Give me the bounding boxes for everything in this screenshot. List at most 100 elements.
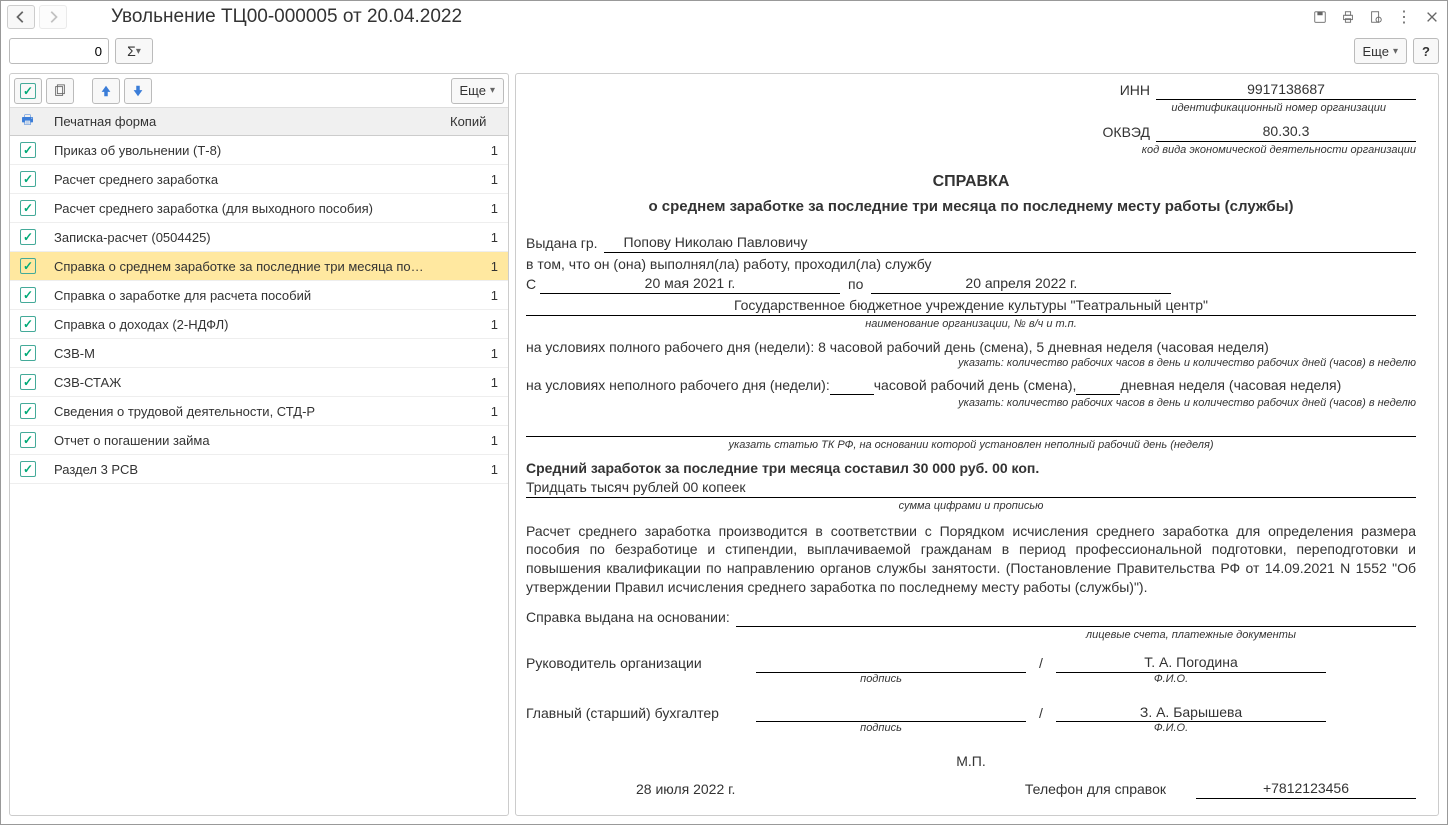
print-form-row[interactable]: ✓ СЗВ-М1 [10,339,508,368]
checkbox-icon[interactable]: ✓ [20,258,36,274]
print-form-row[interactable]: ✓Отчет о погашении займа1 [10,426,508,455]
print-form-row[interactable]: ✓ Справка о заработке для расчета пособий… [10,281,508,310]
head-name: Т. А. Погодина [1056,653,1326,673]
org-name: Государственное бюджетное учреждение кул… [526,296,1416,316]
parttime-sub: указать: количество рабочих часов в день… [526,396,1416,411]
more-button-top[interactable]: Еще [1354,38,1407,64]
issued-label: Выдана гр. [526,234,604,253]
parttime-row: на условиях неполного рабочего дня (неде… [526,376,1416,395]
basis-line [736,607,1416,627]
inn-label: ИНН [1086,81,1156,100]
arrow-up-icon [99,84,113,98]
phone-value: +7812123456 [1196,779,1416,799]
print-form-label: Расчет среднего заработка (для выходного… [46,201,468,216]
check-all-button[interactable]: ✓ [14,78,42,104]
print-form-copies: 1 [468,259,508,274]
print-form-label: СЗВ-М [46,346,468,361]
print-form-row[interactable]: ✓ Записка-расчет (0504425)1 [10,223,508,252]
doc-subtitle: о среднем заработке за последние три мес… [526,197,1416,217]
print-form-row[interactable]: ✓Раздел 3 РСВ1 [10,455,508,484]
sigma-button[interactable]: Σ [115,38,153,64]
print-form-copies: 1 [468,172,508,187]
print-form-label: Справка о заработке для расчета пособий [46,288,468,303]
print-form-copies: 1 [468,288,508,303]
column-header-form[interactable]: Печатная форма [46,114,444,129]
fulltime-text: на условиях полного рабочего дня (недели… [526,338,1416,357]
arrow-left-icon [14,10,28,24]
document-scroll[interactable]: ИНН 9917138687 идентификационный номер о… [516,74,1438,815]
to-date: 20 апреля 2022 г. [871,274,1171,294]
print-form-row[interactable]: ✓ Расчет среднего заработка1 [10,165,508,194]
print-form-row[interactable]: ✓ Сведения о трудовой деятельности, СТД-Р… [10,397,508,426]
print-form-copies: 1 [468,375,508,390]
copy-icon [53,84,67,98]
numeric-input[interactable] [9,38,109,64]
issued-name: Попову Николаю Павловичу [604,233,1416,253]
copy-button[interactable] [46,78,74,104]
print-form-label: Приказ об увольнении (Т-8) [46,143,468,158]
print-form-row[interactable]: ✓СЗВ-СТАЖ1 [10,368,508,397]
checkbox-icon[interactable]: ✓ [20,287,36,303]
acct-label: Главный (старший) бухгалтер [526,704,746,723]
print-form-row[interactable]: ✓Справка о доходах (2-НДФЛ)1 [10,310,508,339]
okved-label: ОКВЭД [1086,123,1156,142]
checkbox-icon[interactable]: ✓ [20,316,36,332]
checkbox-icon[interactable]: ✓ [20,432,36,448]
from-label: С [526,275,540,294]
checkbox-icon[interactable]: ✓ [20,461,36,477]
checkbox-icon[interactable]: ✓ [20,171,36,187]
avg-words: Тридцать тысяч рублей 00 копеек [526,478,1416,498]
print-form-row[interactable]: ✓ Приказ об увольнении (Т-8)1 [10,136,508,165]
arrow-down-icon [131,84,145,98]
help-button[interactable]: ? [1413,38,1439,64]
print-form-copies: 1 [468,143,508,158]
checkbox-icon[interactable]: ✓ [20,403,36,419]
print-form-label: Справка о среднем заработке за последние… [46,259,468,274]
print-form-label: Справка о доходах (2-НДФЛ) [46,317,468,332]
more-button-left[interactable]: Еще [451,78,504,104]
arrow-right-icon [46,10,60,24]
head-sign-line [756,653,1026,673]
print-form-copies: 1 [468,462,508,477]
nav-forward-button[interactable] [39,5,67,29]
print-form-label: Сведения о трудовой деятельности, СТД-Р [46,404,468,419]
save-icon[interactable] [1311,8,1329,26]
checkbox-icon[interactable]: ✓ [20,200,36,216]
print-form-label: Расчет среднего заработка [46,172,468,187]
basis-article-line [526,417,1416,437]
print-form-copies: 1 [468,433,508,448]
fulltime-sub: указать: количество рабочих часов в день… [526,356,1416,371]
kebab-menu-icon[interactable]: ⋮ [1395,8,1413,26]
move-up-button[interactable] [92,78,120,104]
preview-icon[interactable] [1367,8,1385,26]
basis-label: Справка выдана на основании: [526,608,736,627]
print-icon[interactable] [1339,8,1357,26]
document-preview-panel: ИНН 9917138687 идентификационный номер о… [515,73,1439,816]
print-header-icon[interactable]: 🖶 [21,111,33,133]
work-text: в том, что он (она) выполнял(ла) работу,… [526,255,1416,274]
print-form-copies: 1 [468,404,508,419]
head-label: Руководитель организации [526,654,746,673]
doc-date: 28 июля 2022 г. [636,780,735,799]
avg-title: Средний заработок за последние три месяц… [526,459,1416,478]
calc-text: Расчет среднего заработка производится в… [526,522,1416,598]
to-label: по [840,275,871,294]
checkbox-icon[interactable]: ✓ [20,345,36,361]
nav-back-button[interactable] [7,5,35,29]
print-form-copies: 1 [468,230,508,245]
print-form-row[interactable]: ✓ Справка о среднем заработке за последни… [10,252,508,281]
close-icon[interactable] [1423,8,1441,26]
checkbox-icon[interactable]: ✓ [20,374,36,390]
print-form-copies: 1 [468,201,508,216]
print-form-copies: 1 [468,346,508,361]
stamp: М.П. [526,752,1416,771]
okved-sub: код вида экономической деятельности орга… [526,143,1416,158]
checkbox-icon[interactable]: ✓ [20,229,36,245]
print-form-label: Записка-расчет (0504425) [46,230,468,245]
print-form-row[interactable]: ✓ Расчет среднего заработка (для выходног… [10,194,508,223]
column-header-copies[interactable]: Копий [444,114,508,129]
okved-value: 80.30.3 [1156,122,1416,142]
org-sub: наименование организации, № в/ч и т.п. [526,317,1416,332]
checkbox-icon[interactable]: ✓ [20,142,36,158]
move-down-button[interactable] [124,78,152,104]
